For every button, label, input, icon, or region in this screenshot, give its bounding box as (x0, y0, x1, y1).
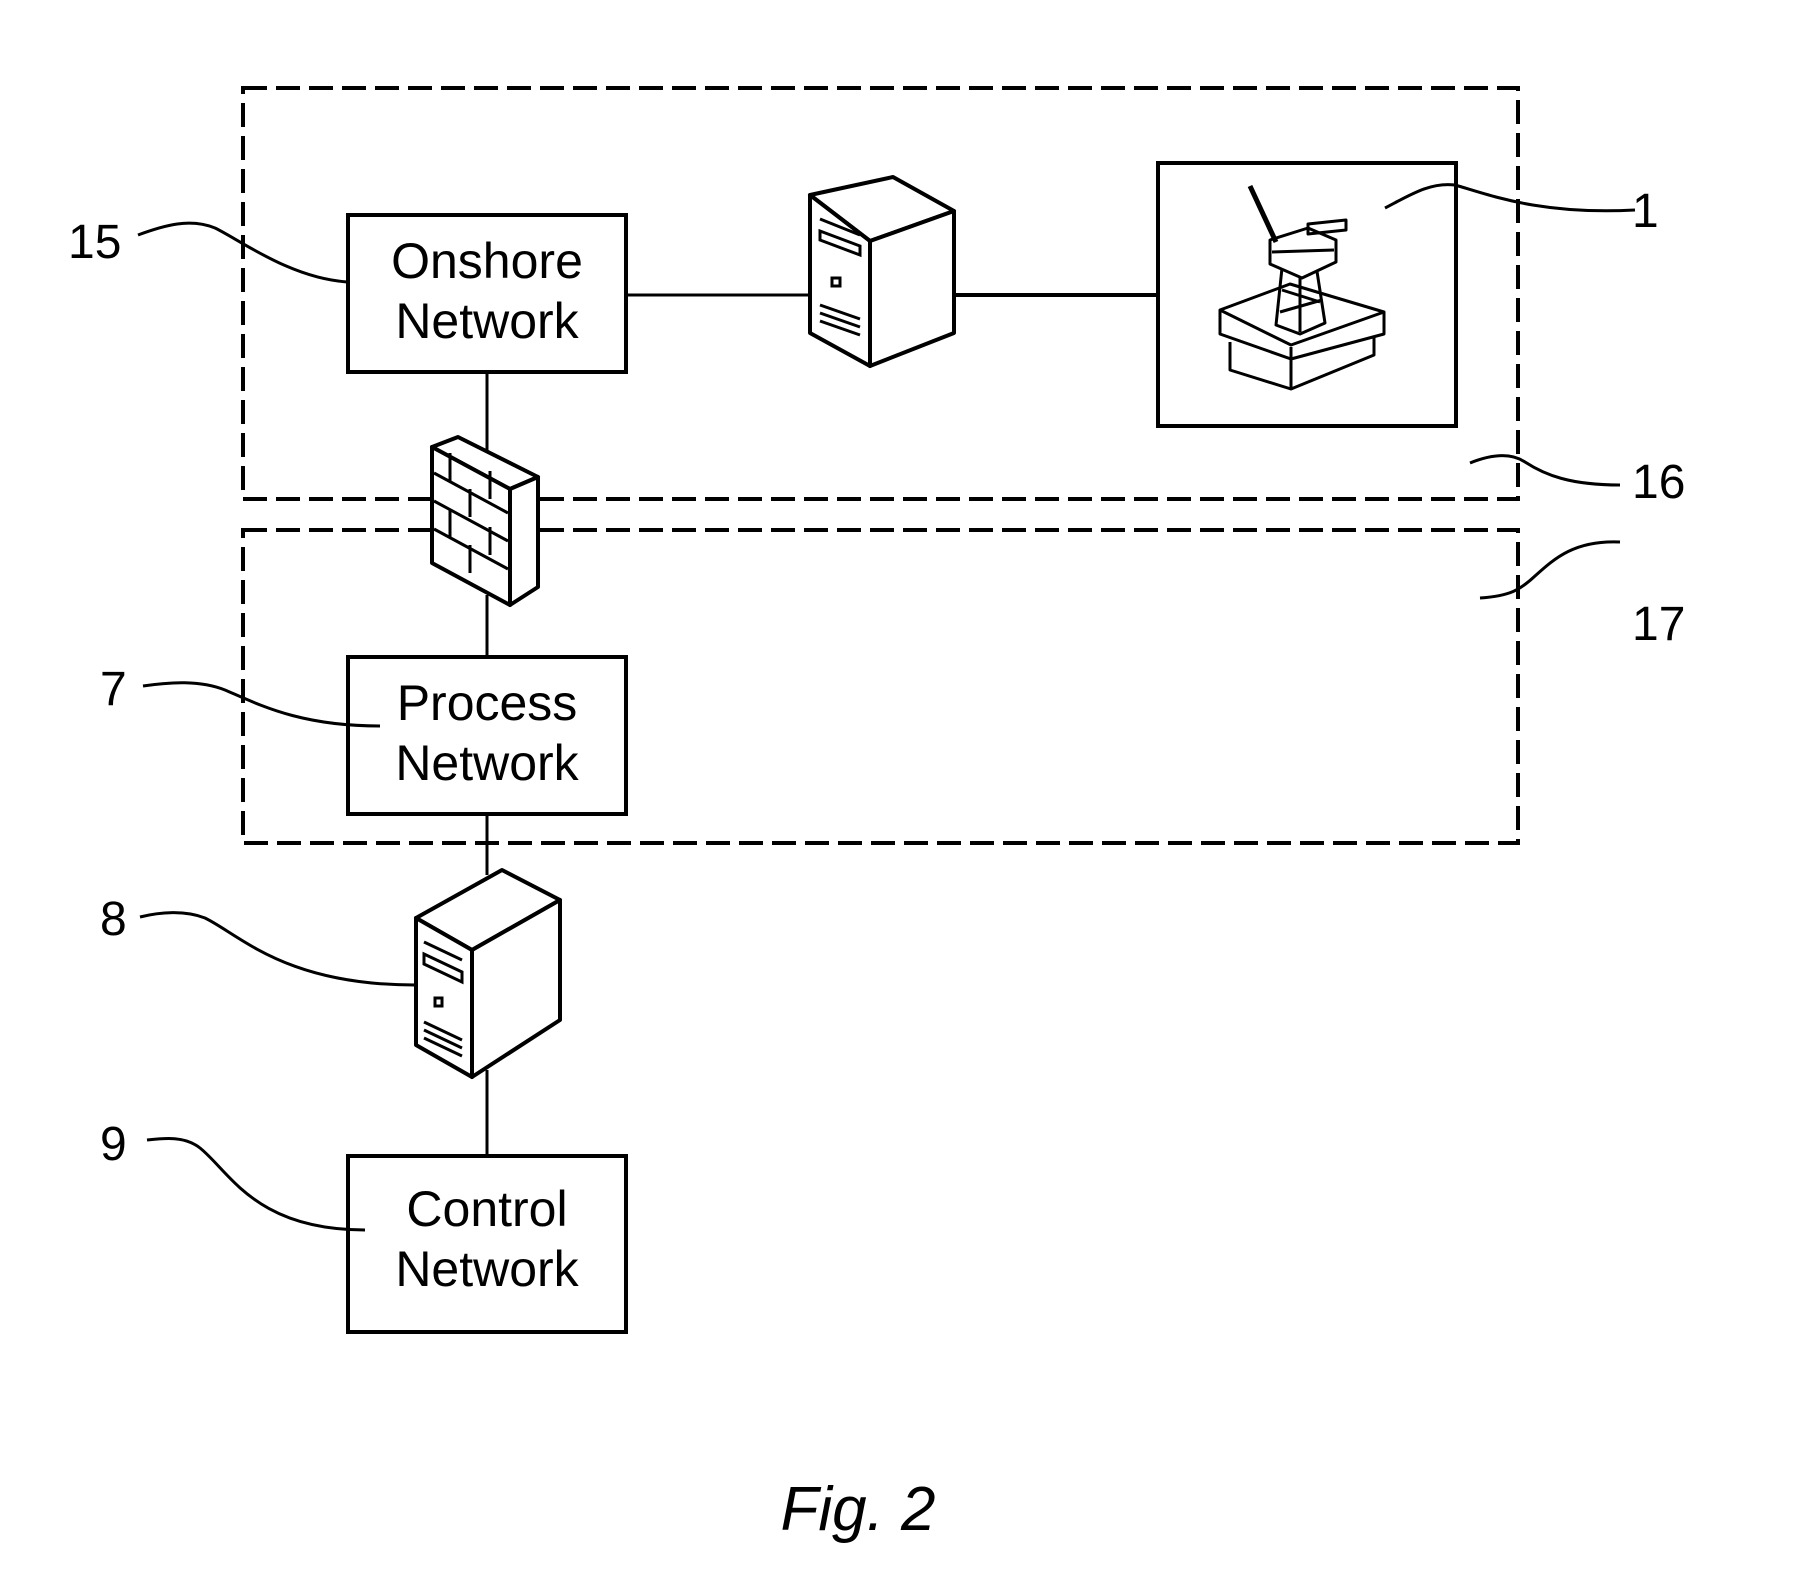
leader-1 (1384, 183, 1636, 213)
offshore-platform-icon (1218, 184, 1386, 391)
control-network-label-line1: Control (406, 1181, 567, 1237)
leader-8 (139, 911, 416, 987)
ref-label-8: 8 (100, 893, 127, 946)
platform-node (1156, 161, 1458, 428)
control-network-label-line2: Network (395, 1241, 579, 1297)
process-network-label-line2: Network (395, 735, 579, 791)
server-icon (414, 868, 562, 1079)
control-network-node: Control Network (346, 1154, 628, 1334)
ref-label-1: 1 (1632, 185, 1659, 238)
ref-label-16: 16 (1632, 456, 1685, 509)
leader-16 (1469, 454, 1621, 487)
figure-caption: Fig. 2 (780, 1475, 935, 1544)
server-icon (808, 175, 956, 368)
onshore-network-label-line1: Onshore (391, 233, 583, 289)
firewall-icon (430, 435, 540, 607)
leader-7 (142, 681, 381, 728)
process-network-node: Process Network (346, 655, 628, 816)
ref-label-9: 9 (100, 1118, 127, 1171)
ref-label-17: 17 (1632, 598, 1685, 651)
ref-label-15: 15 (68, 216, 121, 269)
network-diagram: Onshore Network Process Network Control … (68, 86, 1685, 1544)
onshore-network-label-line2: Network (395, 293, 579, 349)
process-network-label-line1: Process (397, 675, 578, 731)
onshore-network-node: Onshore Network (346, 213, 628, 374)
leader-9 (146, 1136, 366, 1232)
ref-label-7: 7 (100, 663, 127, 716)
leader-17 (1479, 540, 1621, 600)
